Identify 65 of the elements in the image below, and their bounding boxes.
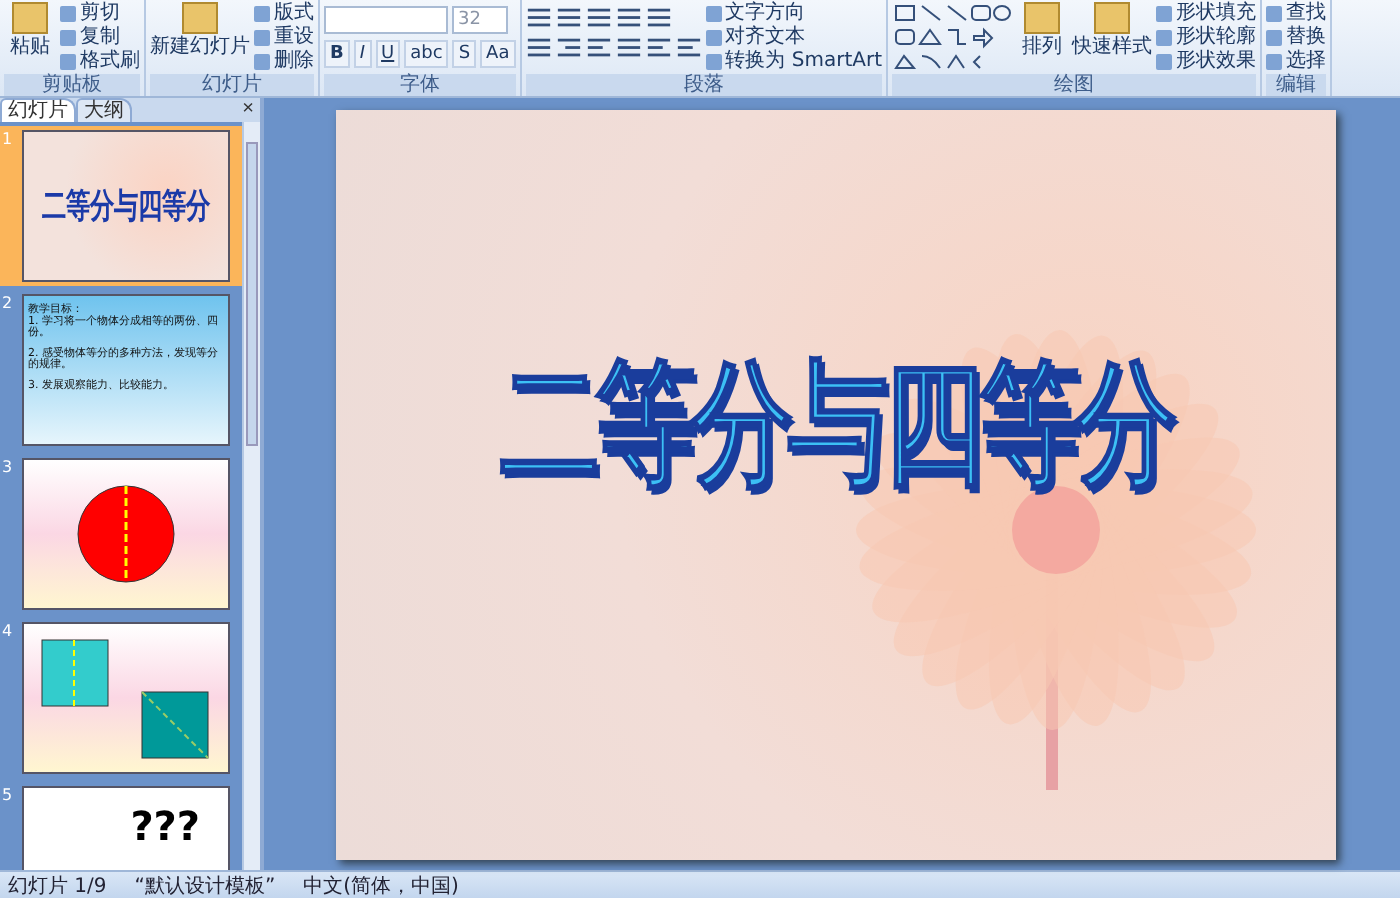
slide-number: 1: [0, 130, 15, 152]
ribbon-large-button[interactable]: 粘贴: [4, 2, 56, 58]
font-name-field[interactable]: [324, 6, 448, 34]
format-button[interactable]: S: [452, 40, 477, 68]
ribbon-button[interactable]: 查找: [1266, 2, 1327, 26]
ribbon-large-button[interactable]: 新建幻灯片: [150, 2, 250, 58]
align-icon[interactable]: [555, 36, 582, 60]
format-button[interactable]: B: [324, 40, 350, 68]
ribbon-button[interactable]: 转换为 SmartArt: [705, 50, 883, 74]
ribbon-button[interactable]: 剪切: [60, 2, 140, 26]
format-button[interactable]: I: [353, 40, 372, 68]
group-label: 编辑: [1266, 74, 1327, 96]
list-icon[interactable]: [525, 6, 552, 30]
align-icon[interactable]: [525, 36, 552, 60]
ribbon-large-button[interactable]: 排列: [1016, 2, 1069, 58]
shape-gallery-icon[interactable]: [892, 2, 1013, 74]
group-label: 幻灯片: [150, 74, 314, 96]
list-icon[interactable]: [645, 6, 672, 30]
ribbon-button[interactable]: 复制: [60, 26, 140, 50]
format-button[interactable]: U: [375, 40, 401, 68]
slide-number: 4: [0, 622, 15, 644]
ribbon-button[interactable]: 形状效果: [1156, 50, 1257, 74]
slide-thumbnail[interactable]: [22, 458, 230, 610]
align-icon[interactable]: [675, 36, 702, 60]
ribbon-button[interactable]: 格式刷: [60, 50, 140, 74]
slide-thumbnail-row[interactable]: 5 ???: [0, 782, 242, 870]
theme-name: “默认设计模板”: [134, 873, 276, 898]
ribbon-button[interactable]: 对齐文本: [705, 26, 883, 50]
list-icon[interactable]: [615, 6, 642, 30]
align-icon[interactable]: [585, 36, 612, 60]
ribbon-button[interactable]: 重设: [254, 26, 314, 50]
halved-circle-drawing: [76, 484, 176, 584]
align-icon[interactable]: [615, 36, 642, 60]
panel-tab[interactable]: 幻灯片: [0, 98, 76, 122]
align-icon[interactable]: [645, 36, 672, 60]
ribbon-button[interactable]: 替换: [1266, 26, 1327, 50]
ribbon-button[interactable]: 文字方向: [705, 2, 883, 26]
language: 中文(简体，中国): [303, 873, 459, 898]
thumbnail-title: 二等分与四等分: [42, 183, 210, 229]
group-label: 字体: [324, 74, 516, 96]
group-label: 绘图: [892, 74, 1257, 96]
thumbnail-text: ???: [130, 808, 200, 844]
group-label: 剪贴板: [4, 74, 140, 96]
panel-tab[interactable]: 大纲: [76, 98, 132, 122]
ribbon-button[interactable]: 删除: [254, 50, 314, 74]
list-icon[interactable]: [585, 6, 612, 30]
slide-title: 二等分与四等分: [500, 342, 1172, 505]
ribbon-button[interactable]: 选择: [1266, 50, 1327, 74]
list-icon[interactable]: [555, 6, 582, 30]
slide-counter: 幻灯片 1/9: [8, 873, 107, 898]
slide-number: 5: [0, 786, 15, 808]
slide-thumbnail[interactable]: ???: [22, 786, 230, 870]
slide-number: 2: [0, 294, 15, 316]
group-label: 段落: [525, 74, 883, 96]
ribbon-large-button[interactable]: 快速样式: [1072, 2, 1153, 58]
close-button[interactable]: ×: [236, 100, 260, 120]
format-button[interactable]: abc: [404, 40, 449, 68]
slide-number: 3: [0, 458, 15, 480]
slide-thumbnail-row[interactable]: 1 二等分与四等分: [0, 126, 242, 286]
format-button[interactable]: Aa: [480, 40, 516, 68]
ribbon-button[interactable]: 版式: [254, 2, 314, 26]
ribbon-button[interactable]: 形状轮廓: [1156, 26, 1257, 50]
scrollbar[interactable]: [242, 122, 260, 870]
slide-thumbnail[interactable]: 二等分与四等分: [22, 130, 230, 282]
ribbon-button[interactable]: 形状填充: [1156, 2, 1257, 26]
